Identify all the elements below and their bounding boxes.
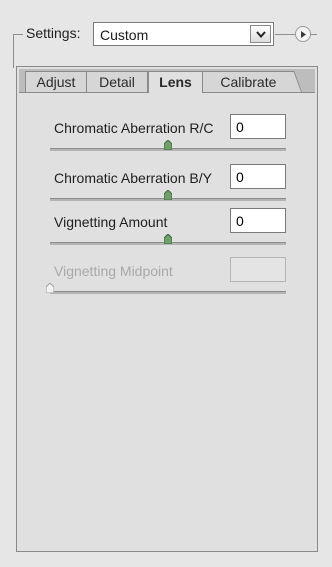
header-rule-right: [311, 34, 317, 35]
ca-red-cyan-slider-thumb[interactable]: [164, 140, 172, 150]
tab-adjust[interactable]: Adjust: [25, 71, 87, 92]
lens-panel: Chromatic Aberration R/C Chromatic Aberr…: [19, 93, 315, 549]
tab-calibrate-label: Calibrate: [220, 74, 277, 90]
flyout-menu-icon: [301, 31, 306, 38]
ca-blue-yellow-slider-thumb[interactable]: [164, 190, 172, 200]
header-rule-left-vertical: [13, 34, 14, 68]
tab-bar: Adjust Detail Calibrate Lens: [19, 69, 315, 94]
vignetting-amount-input[interactable]: [230, 208, 286, 233]
tab-detail-label: Detail: [99, 74, 135, 90]
settings-panel: Adjust Detail Calibrate Lens Chromatic A…: [16, 66, 318, 552]
ca-red-cyan-input[interactable]: [230, 114, 286, 139]
settings-select[interactable]: Custom: [93, 22, 274, 46]
tab-detail[interactable]: Detail: [86, 71, 148, 92]
ca-red-cyan-label: Chromatic Aberration R/C: [54, 120, 214, 136]
header-rule-mid: [275, 34, 295, 35]
settings-label: Settings:: [26, 25, 81, 41]
vignetting-amount-label: Vignetting Amount: [54, 214, 168, 230]
header-rule-left: [13, 34, 23, 35]
vignetting-midpoint-track: [50, 291, 286, 294]
vignetting-amount-slider-thumb[interactable]: [164, 234, 172, 244]
tab-lens[interactable]: Lens: [148, 71, 203, 94]
dropdown-button[interactable]: [250, 25, 271, 43]
vignetting-midpoint-slider-thumb: [46, 283, 54, 293]
vignetting-midpoint-input: [230, 257, 286, 282]
flyout-menu-button[interactable]: [295, 26, 311, 42]
tab-calibrate[interactable]: Calibrate: [194, 71, 302, 92]
tab-adjust-label: Adjust: [36, 74, 76, 90]
ca-blue-yellow-input[interactable]: [230, 164, 286, 189]
settings-select-value: Custom: [100, 27, 149, 43]
vignetting-midpoint-label: Vignetting Midpoint: [54, 263, 173, 279]
chevron-down-icon: [256, 31, 266, 38]
ca-blue-yellow-label: Chromatic Aberration B/Y: [54, 170, 212, 186]
tab-lens-label: Lens: [159, 74, 192, 90]
